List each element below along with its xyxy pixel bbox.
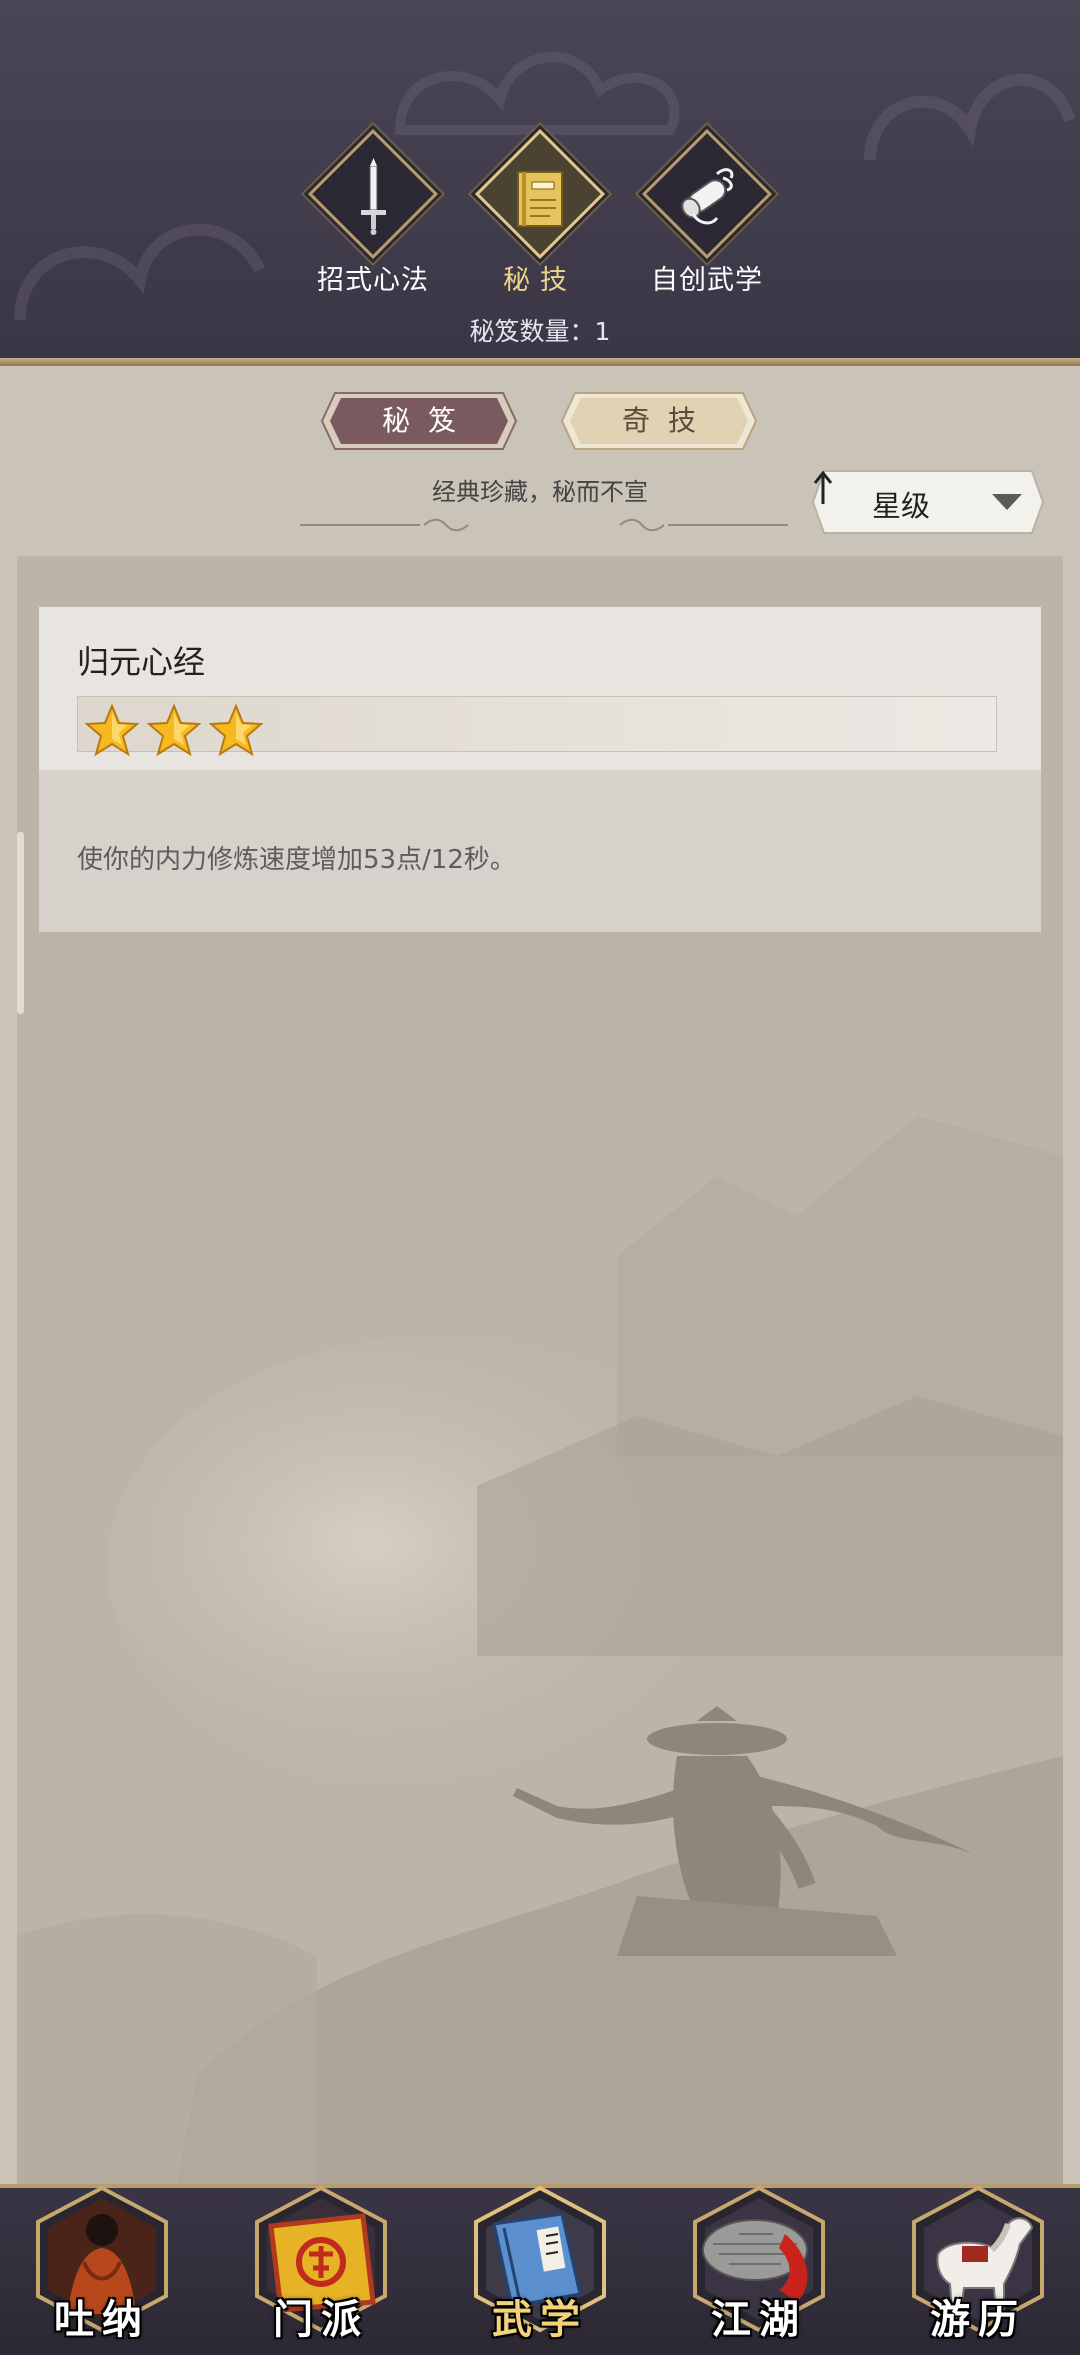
cloud-ornament [864, 73, 1076, 161]
subtab-label: 奇技 [621, 404, 714, 437]
sort-label: 星级 [872, 489, 931, 523]
nav-label: 门派 [273, 2296, 369, 2343]
sort-dropdown[interactable]: 星级 [812, 470, 1044, 534]
subtab-label: 秘笈 [381, 404, 474, 437]
nav-martial-arts[interactable]: 武学 [465, 2184, 615, 2351]
nav-sect[interactable]: 门派 [246, 2184, 396, 2351]
book-description: 使你的内力修炼速度增加53点/12秒。 [77, 845, 516, 875]
category-label: 自创武学 [651, 265, 763, 296]
nav-label: 吐纳 [54, 2296, 150, 2343]
arrow-up-icon [813, 470, 833, 504]
book-count: 秘笈数量：1 [469, 317, 611, 346]
book-icon [517, 171, 563, 227]
decorative-divider-right [619, 518, 788, 532]
scrollbar[interactable] [17, 832, 24, 1014]
category-tab-self-created[interactable]: 自创武学 [627, 128, 787, 298]
star-icon [208, 703, 264, 757]
star-rating [77, 696, 997, 757]
star-icon [84, 703, 140, 757]
nav-jianghu[interactable]: 江湖 [684, 2184, 834, 2351]
category-label: 招式心法 [317, 265, 429, 296]
decorative-divider-left [300, 518, 469, 532]
subtab-secret-books[interactable]: 秘笈 [321, 392, 517, 450]
sword-icon [361, 158, 386, 235]
book-title: 归元心经 [77, 643, 206, 681]
scroll-icon [681, 168, 734, 225]
chevron-down-icon [992, 494, 1022, 510]
star-icon [146, 703, 202, 757]
nav-tuna[interactable]: 吐纳 [27, 2184, 177, 2351]
nav-label: 武学 [492, 2296, 588, 2343]
nav-travel[interactable]: 游历 [903, 2184, 1053, 2351]
secret-book-card[interactable]: 归元心经 使你的内力修炼速度增加53点/12秒。 [39, 607, 1041, 932]
category-tab-secret-skills[interactable]: 秘技 [460, 128, 620, 298]
category-header: 招式心法 秘技 自创武学 秘笈数量：1 [0, 0, 1080, 362]
category-label: 秘技 [503, 265, 577, 296]
header-divider [0, 358, 1080, 366]
nav-label: 江湖 [711, 2296, 807, 2343]
nav-label: 游历 [930, 2296, 1026, 2343]
subtab-special-skills[interactable]: 奇技 [561, 392, 757, 450]
card-header: 归元心经 [39, 607, 1041, 770]
category-tab-moves[interactable]: 招式心法 [293, 128, 453, 298]
